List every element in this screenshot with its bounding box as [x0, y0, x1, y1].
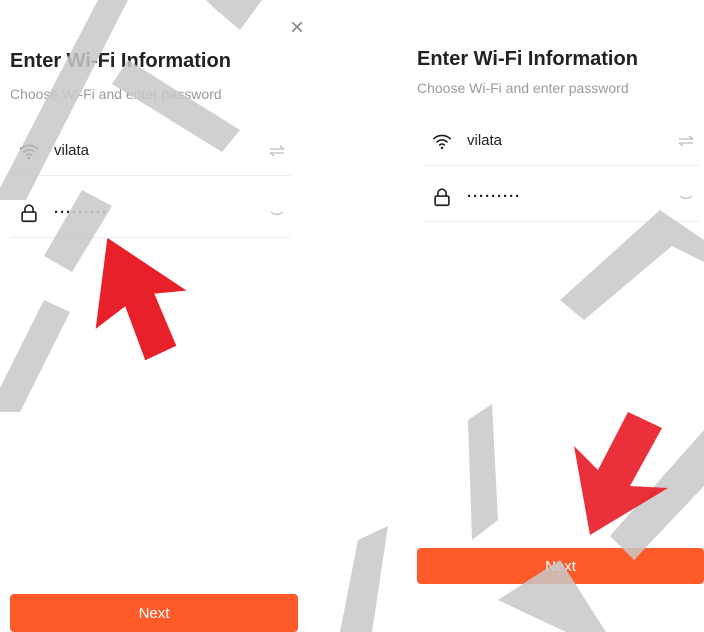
page-subtitle: Choose Wi-Fi and enter password [10, 86, 222, 102]
wifi-icon [19, 144, 39, 159]
wifi-ssid-row[interactable]: vilata [423, 116, 699, 166]
page-subtitle: Choose Wi-Fi and enter password [417, 80, 629, 96]
wifi-screen-right: × Enter Wi-Fi Information Choose Wi-Fi a… [406, 0, 704, 632]
lock-icon [21, 203, 37, 222]
wifi-ssid-value: vilata [467, 132, 503, 149]
next-button[interactable]: Next [417, 548, 704, 584]
wifi-password-input[interactable]: ········· [467, 188, 677, 205]
next-button[interactable]: Next [10, 594, 298, 632]
switch-arrows-icon[interactable] [677, 134, 695, 148]
wifi-password-row[interactable]: ········· [10, 188, 290, 238]
close-button[interactable]: × [290, 16, 304, 40]
wifi-icon [432, 134, 452, 149]
eye-closed-icon[interactable] [677, 190, 695, 204]
wifi-screen-left: × Enter Wi-Fi Information Choose Wi-Fi a… [0, 0, 308, 632]
wifi-ssid-value: vilata [54, 142, 90, 159]
wifi-ssid-row[interactable]: vilata [10, 126, 290, 176]
page-title: Enter Wi-Fi Information [10, 50, 231, 72]
switch-arrows-icon[interactable] [268, 144, 286, 158]
eye-closed-icon[interactable] [268, 206, 286, 220]
lock-icon [434, 187, 450, 206]
page-title: Enter Wi-Fi Information [417, 48, 638, 70]
wifi-password-input[interactable]: ········· [54, 204, 268, 221]
wifi-password-row[interactable]: ········· [423, 172, 699, 222]
